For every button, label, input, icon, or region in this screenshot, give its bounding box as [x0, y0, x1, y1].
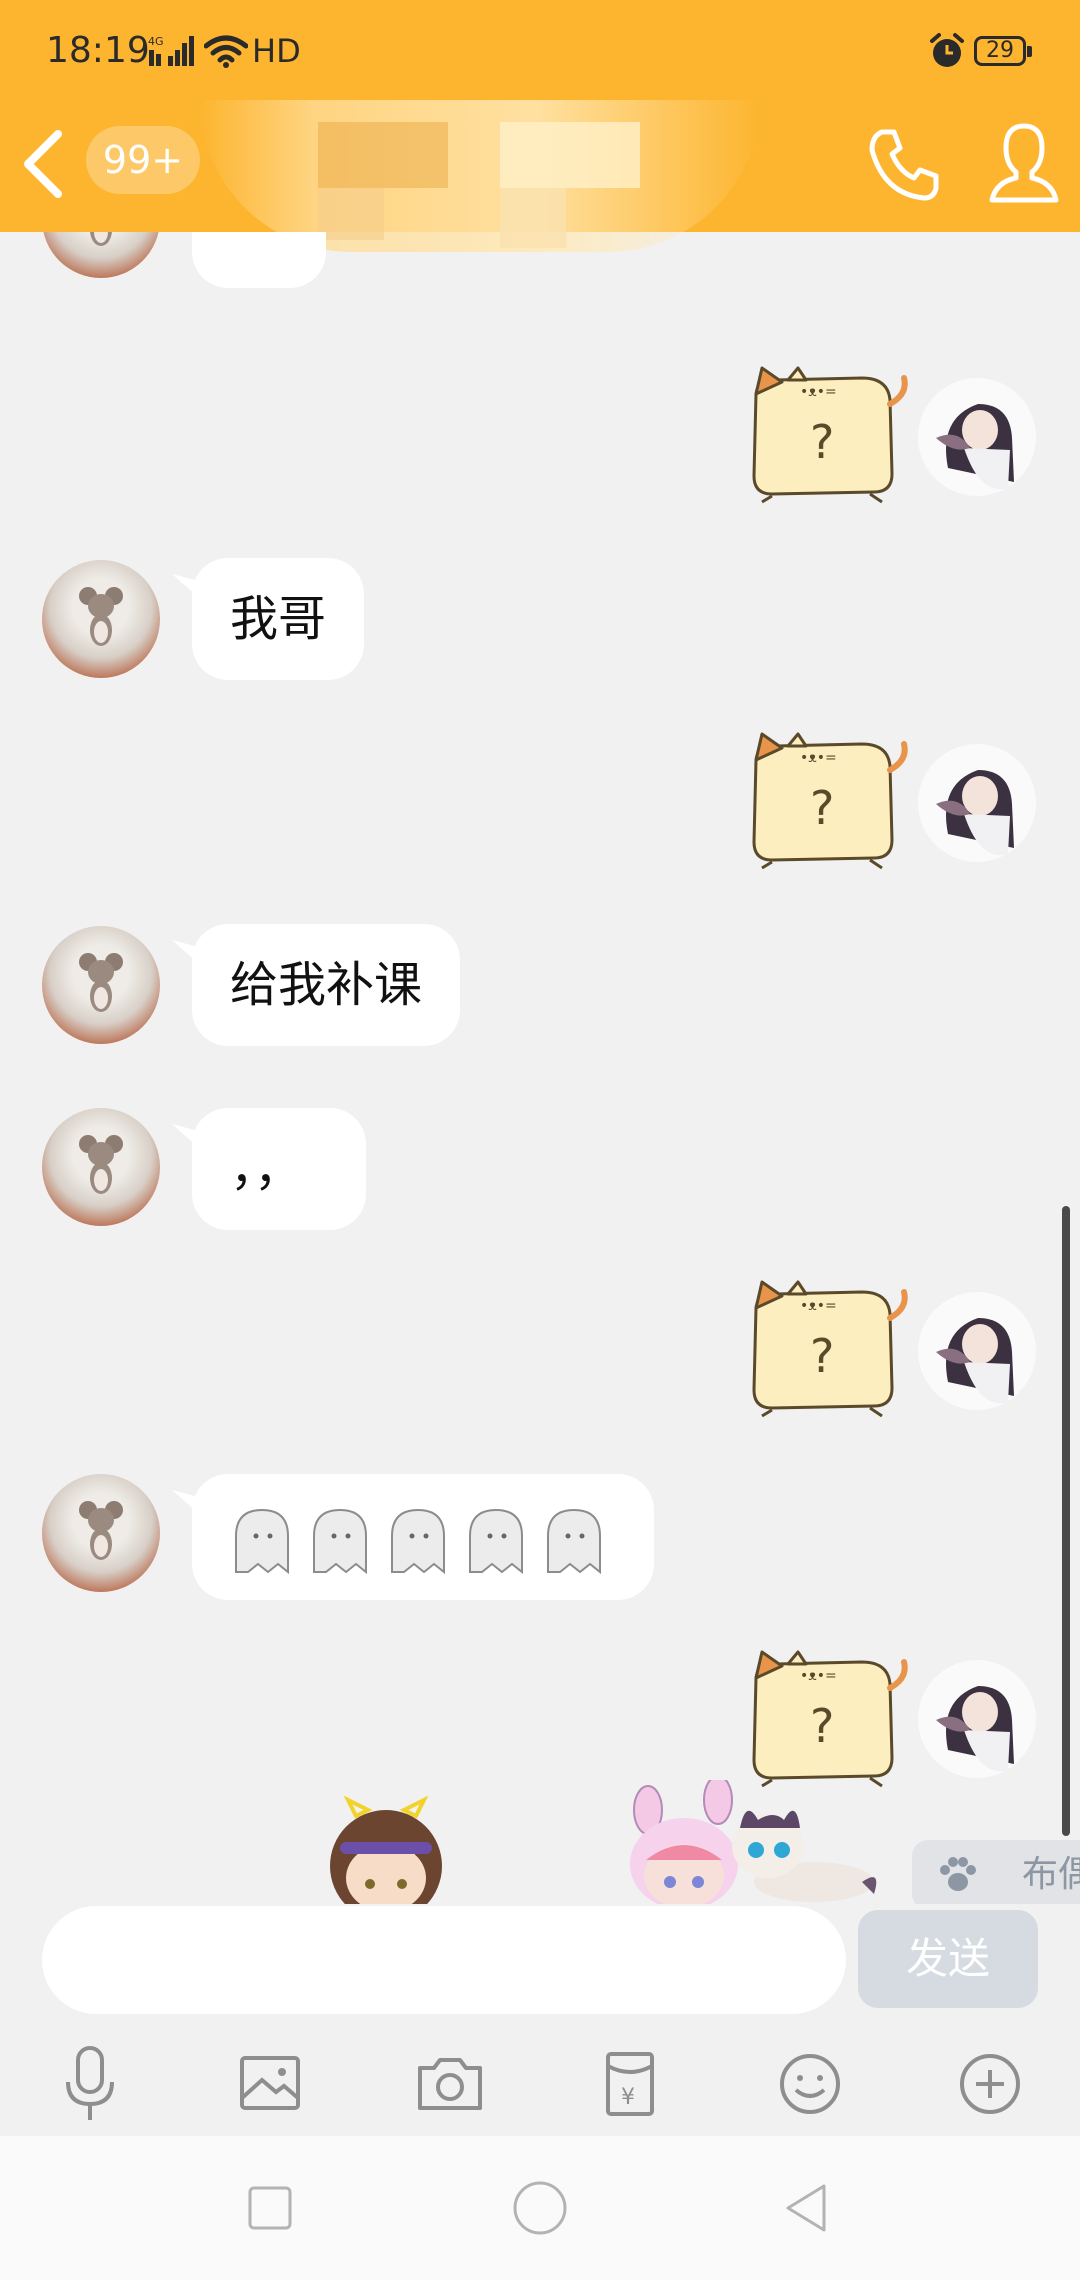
- message-bubble[interactable]: 我哥: [192, 558, 365, 680]
- status-time: 18:19: [46, 30, 150, 71]
- mouse-cartoon-icon: [79, 587, 123, 646]
- home-button[interactable]: [510, 2178, 570, 2238]
- emoji-icon: [780, 2054, 840, 2114]
- recents-button[interactable]: [240, 2178, 300, 2238]
- svg-text:•ᴥ•=: •ᴥ•=: [800, 1298, 837, 1314]
- message-text: 我哥: [230, 591, 327, 647]
- unread-count-badge[interactable]: 99+: [86, 126, 200, 194]
- my-avatar[interactable]: [918, 1292, 1036, 1410]
- cat-question-sticker[interactable]: •ᴥ•= ?: [742, 1278, 912, 1418]
- chat-scrollbar[interactable]: [1062, 1206, 1070, 1836]
- signal-icon: 4G: [148, 34, 194, 72]
- image-button[interactable]: [228, 2042, 312, 2126]
- anime-character-avatar: [936, 404, 1014, 490]
- system-nav-bar: [0, 2136, 1080, 2280]
- contact-profile-button[interactable]: [988, 120, 1060, 210]
- message-text: ，，: [230, 1141, 303, 1197]
- svg-text:¥: ¥: [621, 2085, 635, 2110]
- anime-character-avatar: [936, 1318, 1014, 1404]
- mouse-cartoon-icon: [79, 953, 123, 1012]
- voice-input-button[interactable]: [48, 2042, 132, 2126]
- svg-text:?: ?: [810, 781, 834, 835]
- emoji-button[interactable]: [768, 2042, 852, 2126]
- svg-text:•ᴥ•=: •ᴥ•=: [800, 750, 837, 766]
- svg-text:•ᴥ•=: •ᴥ•=: [800, 1668, 837, 1684]
- person-icon: [989, 123, 1059, 203]
- girl-mascot-icon[interactable]: [316, 1796, 456, 1904]
- message-bubble[interactable]: [192, 232, 326, 288]
- pet-chip[interactable]: 布偶: [912, 1840, 1080, 1904]
- hd-indicator: HD: [252, 32, 301, 70]
- chevron-left-icon: [24, 130, 62, 198]
- chat-header: 99+: [0, 100, 1080, 252]
- battery-indicator: 29: [974, 36, 1032, 66]
- camera-button[interactable]: [408, 2042, 492, 2126]
- mouse-cartoon-icon: [79, 1135, 123, 1194]
- back-nav-button[interactable]: [778, 2178, 838, 2238]
- contact-avatar[interactable]: [42, 560, 160, 678]
- alarm-icon: [928, 32, 966, 74]
- microphone-icon: [66, 2046, 114, 2120]
- contact-avatar[interactable]: [42, 1108, 160, 1226]
- input-toolbar: ¥: [0, 2024, 1080, 2144]
- cat-question-sticker[interactable]: •ᴥ•= ?: [742, 730, 912, 870]
- top-bar: 18:19 4G HD 29 99+: [0, 0, 1080, 252]
- mouse-cartoon-icon: [90, 232, 112, 246]
- cat-mascot-icon[interactable]: [724, 1798, 884, 1904]
- message-text: 给我补课: [230, 957, 423, 1013]
- my-avatar[interactable]: [918, 1660, 1036, 1778]
- message-list[interactable]: •ᴥ•= ? 我哥 •ᴥ•= ? 给我补课 ，， •ᴥ•= ? •ᴥ•= ?: [0, 232, 1080, 1904]
- cat-question-sticker[interactable]: •ᴥ•= ?: [742, 364, 912, 504]
- image-icon: [240, 2056, 300, 2110]
- red-packet-button[interactable]: ¥: [588, 2042, 672, 2126]
- mascot-strip: 布偶: [0, 1780, 1080, 1904]
- my-avatar[interactable]: [918, 378, 1036, 496]
- paw-icon: [940, 1857, 976, 1891]
- message-bubble[interactable]: 给我补课: [192, 924, 461, 1046]
- more-button[interactable]: [948, 2042, 1032, 2126]
- mouse-cartoon-icon: [79, 1501, 123, 1560]
- svg-text:?: ?: [810, 415, 834, 469]
- anime-character-avatar: [936, 770, 1014, 856]
- pet-chip-label: 布偶: [1022, 1854, 1080, 1895]
- ghost-emoji-row: [235, 1508, 601, 1575]
- composer: 发送: [0, 1904, 1080, 2014]
- cat-question-sticker[interactable]: •ᴥ•= ?: [742, 1648, 912, 1788]
- circle-icon: [513, 2181, 567, 2235]
- contact-avatar[interactable]: [42, 232, 160, 278]
- message-bubble[interactable]: ，，: [192, 1108, 366, 1230]
- voice-call-button[interactable]: [862, 122, 946, 206]
- my-avatar[interactable]: [918, 744, 1036, 862]
- red-packet-icon: ¥: [606, 2052, 654, 2116]
- svg-text:?: ?: [810, 1699, 834, 1753]
- camera-icon: [418, 2058, 482, 2110]
- anime-character-avatar: [936, 1686, 1014, 1772]
- wifi-icon: [203, 34, 249, 72]
- message-bubble[interactable]: [192, 1474, 654, 1600]
- contact-avatar[interactable]: [42, 1474, 160, 1592]
- blurred-contact-name: [200, 100, 760, 252]
- svg-text:•ᴥ•=: •ᴥ•=: [800, 384, 837, 400]
- back-button[interactable]: [14, 124, 74, 204]
- status-bar: 18:19 4G HD 29: [0, 0, 1080, 104]
- svg-text:?: ?: [810, 1329, 834, 1383]
- message-input[interactable]: [42, 1906, 846, 2014]
- ghost-emoji: [235, 1508, 601, 1575]
- send-button[interactable]: 发送: [858, 1910, 1038, 2008]
- contact-avatar[interactable]: [42, 926, 160, 1044]
- svg-text:4G: 4G: [148, 35, 164, 48]
- phone-icon: [869, 129, 939, 201]
- triangle-back-icon: [786, 2184, 826, 2232]
- plus-icon: [960, 2054, 1020, 2114]
- square-icon: [248, 2186, 292, 2230]
